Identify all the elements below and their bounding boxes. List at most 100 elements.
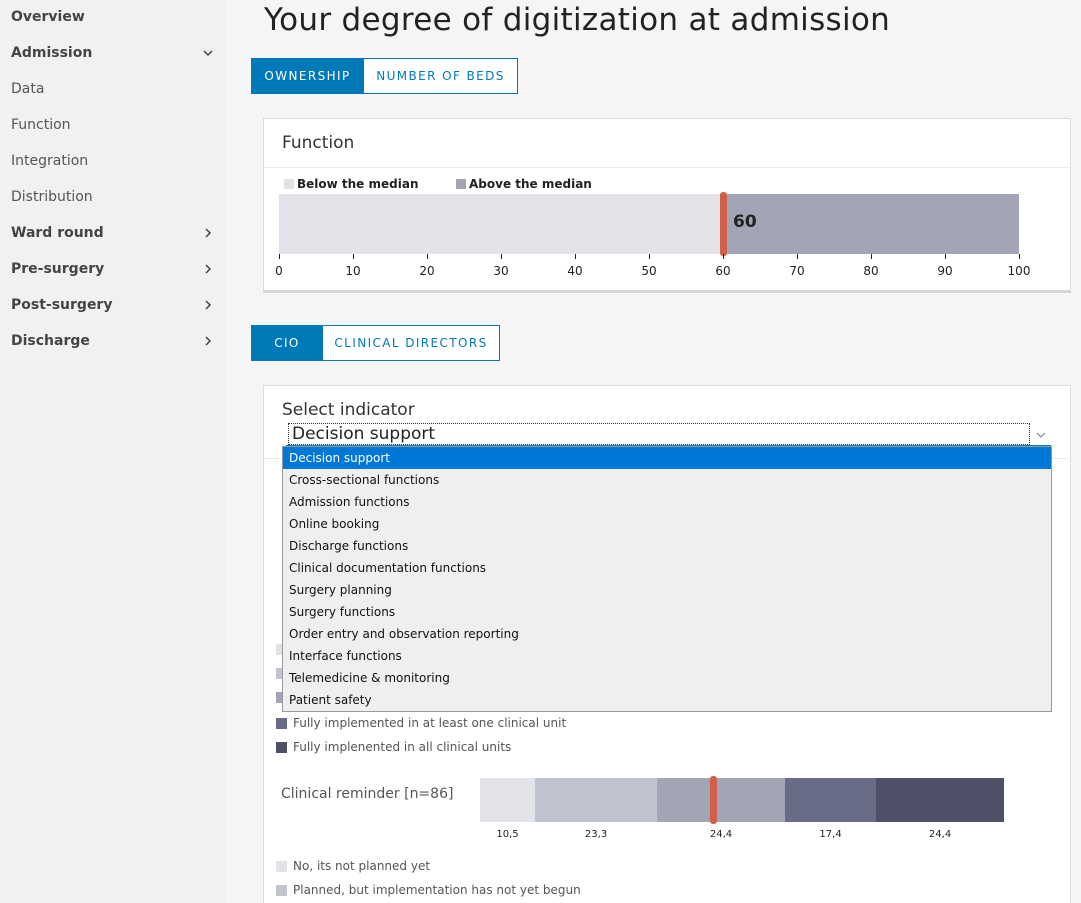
tab-number-of-beds[interactable]: NUMBER OF BEDS xyxy=(364,58,518,94)
legend-below-label: Below the median xyxy=(297,177,419,191)
indicator-select[interactable]: Decision support xyxy=(288,423,1030,445)
segment-value-label: 23,3 xyxy=(584,829,608,840)
chevron-right-icon[interactable] xyxy=(200,297,216,313)
median-bar-track xyxy=(279,194,1019,254)
tab-cio[interactable]: CIO xyxy=(251,325,323,361)
axis-tick-label: 10 xyxy=(345,264,361,278)
dropdown-option[interactable]: Online booking xyxy=(283,513,1051,535)
ownership-beds-toggle: OWNERSHIP NUMBER OF BEDS xyxy=(251,58,518,94)
dropdown-option[interactable]: Cross-sectional functions xyxy=(283,469,1051,491)
tab-ownership[interactable]: OWNERSHIP xyxy=(251,58,364,94)
sidebar-item-label: Admission xyxy=(11,45,93,61)
legend-planned-not-begun: Planned, but implementation has not yet … xyxy=(276,883,581,897)
legend-label: Planned, but implementation has not yet … xyxy=(293,883,581,897)
sidebar-item-label: Overview xyxy=(11,9,85,25)
legend-swatch xyxy=(276,717,287,729)
bar-above-median xyxy=(723,194,1019,254)
axis-tick-label: 0 xyxy=(275,264,283,278)
tab-clinical-directors[interactable]: CLINICAL DIRECTORS xyxy=(323,325,500,361)
segment-value-label: 10,5 xyxy=(496,829,519,840)
chevron-right-icon[interactable] xyxy=(200,261,216,277)
sidebar-item-distribution[interactable]: Distribution xyxy=(11,187,216,207)
axis-tick-label: 30 xyxy=(493,264,509,278)
segment-value-label: 24,4 xyxy=(709,829,733,840)
segment-value-label: 17,4 xyxy=(819,829,842,840)
select-indicator-label: Select indicator xyxy=(282,400,415,420)
sidebar-item-data[interactable]: Data xyxy=(11,79,216,99)
card-divider xyxy=(264,167,1070,168)
stacked-bar-segment xyxy=(657,778,785,822)
sidebar-item-pre-surgery[interactable]: Pre-surgery xyxy=(11,259,216,279)
stacked-bar-segment xyxy=(876,778,1004,822)
function-card-title: Function xyxy=(282,133,355,153)
legend-swatch xyxy=(276,860,287,872)
page-title: Your degree of digitization at admission xyxy=(264,2,891,38)
legend-swatch xyxy=(276,884,287,896)
row-label: Clinical reminder [n=86] xyxy=(281,786,454,802)
dropdown-option[interactable]: Surgery functions xyxy=(283,601,1051,623)
legend-above-median: Above the median xyxy=(456,177,592,191)
sidebar-item-post-surgery[interactable]: Post-surgery xyxy=(11,295,216,315)
legend-above-label: Above the median xyxy=(469,177,592,191)
median-marker xyxy=(710,776,718,824)
stacked-bar-segment xyxy=(535,778,658,822)
axis-tick-label: 40 xyxy=(567,264,583,278)
sidebar-item-label: Integration xyxy=(11,153,89,169)
sidebar-item-label: Pre-surgery xyxy=(11,261,105,277)
dropdown-option[interactable]: Surgery planning xyxy=(283,579,1051,601)
bar-below-median xyxy=(279,194,723,254)
legend-fully-all-units: Fully implenented in all clinical units xyxy=(276,740,511,754)
axis-tick xyxy=(870,254,872,259)
sidebar-item-label: Function xyxy=(11,117,71,133)
legend-swatch-above xyxy=(456,179,466,189)
axis-tick-label: 80 xyxy=(863,264,879,278)
sidebar-item-ward-round[interactable]: Ward round xyxy=(11,223,216,243)
axis-tick xyxy=(500,254,502,259)
axis-tick-label: 70 xyxy=(789,264,805,278)
axis-tick xyxy=(648,254,650,259)
dropdown-option[interactable]: Decision support xyxy=(283,447,1051,469)
axis-tick xyxy=(944,254,946,259)
chevron-right-icon[interactable] xyxy=(200,333,216,349)
dropdown-option[interactable]: Clinical documentation functions xyxy=(283,557,1051,579)
sidebar-item-discharge[interactable]: Discharge xyxy=(11,331,216,351)
chevron-down-icon[interactable] xyxy=(1034,428,1048,442)
sidebar-item-admission[interactable]: Admission xyxy=(11,43,216,63)
stacked-bar-segment xyxy=(480,778,536,822)
axis-tick-label: 100 xyxy=(1007,264,1031,278)
dropdown-option[interactable]: Patient safety xyxy=(283,689,1051,711)
median-value-label: 60 xyxy=(733,212,757,232)
legend-not-planned: No, its not planned yet xyxy=(276,859,430,873)
sidebar-item-label: Data xyxy=(11,81,45,97)
dropdown-option[interactable]: Admission functions xyxy=(283,491,1051,513)
legend-label: No, its not planned yet xyxy=(293,859,431,873)
axis-tick-label: 60 xyxy=(715,264,731,278)
legend-label: Fully implenented in all clinical units xyxy=(293,740,512,754)
cio-directors-toggle: CIO CLINICAL DIRECTORS xyxy=(251,325,500,361)
dropdown-option[interactable]: Interface functions xyxy=(283,645,1051,667)
sidebar-item-function[interactable]: Function xyxy=(11,115,216,135)
sidebar-item-label: Ward round xyxy=(11,225,104,241)
dropdown-option[interactable]: Discharge functions xyxy=(283,535,1051,557)
axis-tick-label: 50 xyxy=(641,264,657,278)
chevron-down-icon[interactable] xyxy=(200,45,216,61)
sidebar-item-label: Discharge xyxy=(11,333,90,349)
sidebar-item-integration[interactable]: Integration xyxy=(11,151,216,171)
axis-tick-label: 20 xyxy=(419,264,435,278)
axis-tick xyxy=(1018,254,1020,259)
sidebar-item-label: Distribution xyxy=(11,189,93,205)
chevron-right-icon[interactable] xyxy=(200,225,216,241)
median-marker xyxy=(719,192,727,256)
legend-fully-one-unit: Fully implemented in at least one clinic… xyxy=(276,716,566,730)
axis-tick xyxy=(574,254,576,259)
sidebar-item-overview[interactable]: Overview xyxy=(11,7,216,27)
stacked-bar-segment xyxy=(784,778,877,822)
dropdown-option[interactable]: Telemedicine & monitoring xyxy=(283,667,1051,689)
axis-tick xyxy=(722,254,724,259)
function-card: Function Below the median Above the medi… xyxy=(263,118,1071,293)
main-content: Your degree of digitization at admission… xyxy=(227,0,1081,903)
sidebar-nav: Overview Admission Data Function Integration… xyxy=(0,0,227,903)
legend-below-median: Below the median xyxy=(284,177,419,191)
dropdown-option[interactable]: Order entry and observation reporting xyxy=(283,623,1051,645)
axis-tick-label: 90 xyxy=(937,264,953,278)
